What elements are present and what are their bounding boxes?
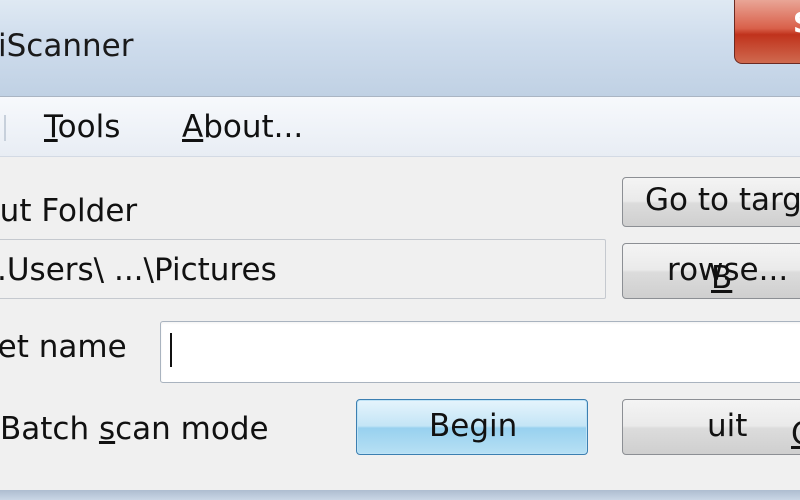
go-to-target-button[interactable]: Go to targe: [622, 177, 800, 227]
title-bar: iScanner S: [0, 0, 800, 100]
browse-mnemonic: B: [711, 260, 733, 296]
target-name-input[interactable]: [160, 321, 800, 383]
begin-label: Begin: [429, 408, 518, 444]
menu-tools[interactable]: Tools: [44, 109, 120, 145]
input-folder-path-field: .Users\ ...\Pictures: [0, 239, 606, 299]
window-bottom-frame: [0, 490, 800, 500]
browse-label: Browse...: [667, 252, 789, 296]
begin-button[interactable]: Begin: [356, 399, 588, 455]
menu-tools-label: ools: [57, 109, 121, 145]
menu-tools-mnemonic: T: [44, 109, 58, 145]
menu-bar: Tools About...: [0, 97, 800, 157]
menu-about[interactable]: About...: [182, 109, 303, 145]
menu-about-label: bout...: [203, 109, 304, 145]
target-name-label: get name: [0, 329, 127, 365]
window-client-area: Tools About... put Folder Go to targe .U…: [0, 96, 800, 490]
window-title: iScanner: [0, 28, 134, 64]
batch-scan-mnemonic: s: [98, 411, 116, 447]
text-caret: [170, 333, 172, 367]
close-button[interactable]: S: [734, 0, 800, 64]
close-icon: S: [793, 6, 800, 39]
batch-scan-mode-label: Batch scan mode: [0, 411, 269, 447]
quit-label: Quit: [707, 408, 800, 452]
input-folder-path: .Users\ ...\Pictures: [0, 252, 277, 288]
go-to-target-label: Go to targe: [645, 182, 800, 218]
input-folder-label: put Folder: [0, 193, 138, 229]
menu-about-mnemonic: A: [182, 109, 204, 145]
menu-separator: [0, 115, 6, 141]
browse-button[interactable]: Browse...: [622, 243, 800, 299]
quit-mnemonic: Q: [791, 416, 800, 452]
quit-button[interactable]: Quit: [622, 399, 800, 455]
